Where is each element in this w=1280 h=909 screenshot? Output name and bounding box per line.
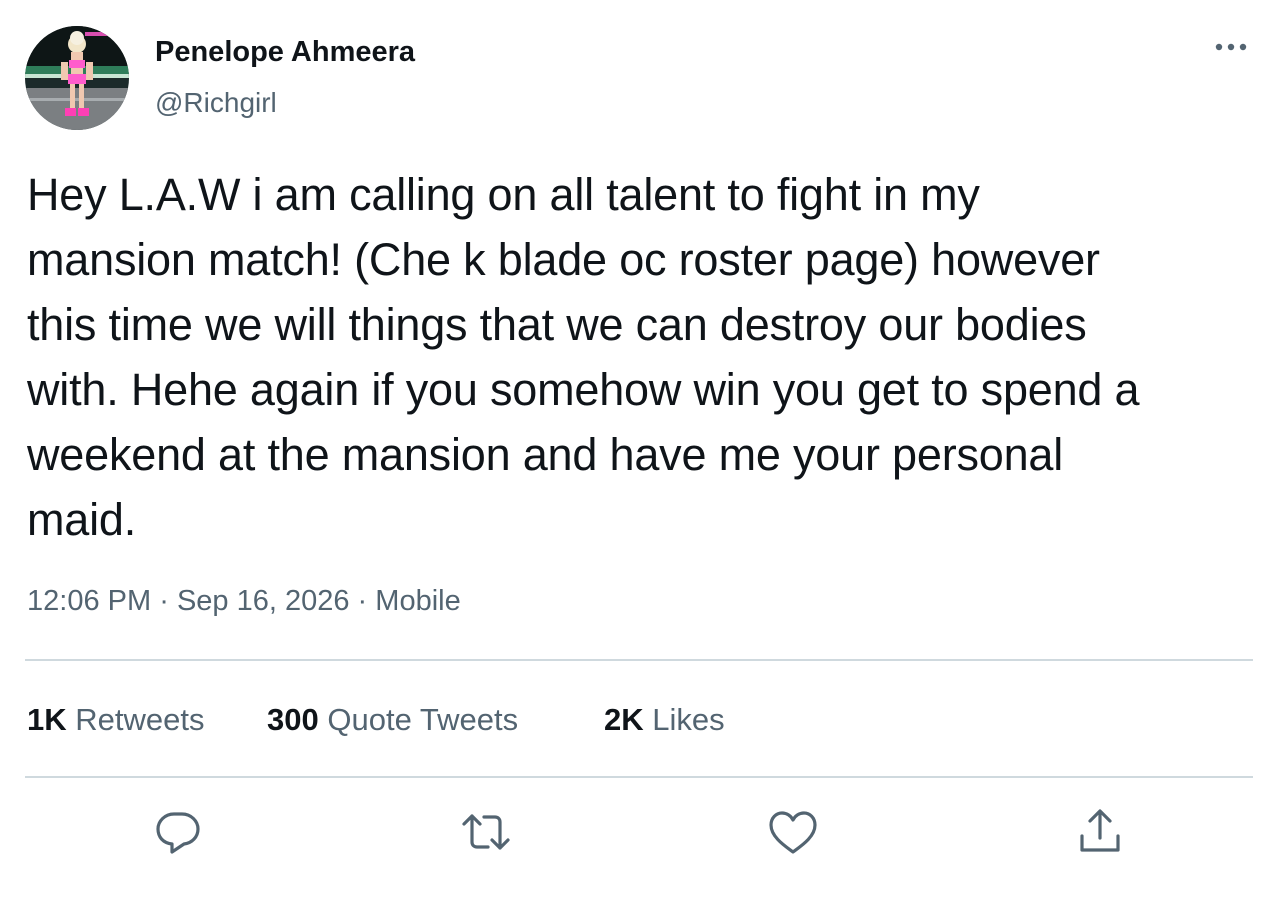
tweet-text: Hey L.A.W i am calling on all talent to … [27, 162, 1262, 552]
retweet-button[interactable] [458, 806, 514, 858]
quote-tweets-count: 300 [267, 702, 319, 737]
tweet-meta: 12:06 PM · Sep 16, 2026 · Mobile [27, 585, 461, 618]
quote-tweets-stat[interactable]: 300 Quote Tweets [267, 702, 518, 738]
tweet-date[interactable]: Sep 16, 2026 [177, 585, 350, 617]
share-icon [1080, 809, 1120, 852]
retweets-label: Retweets [75, 702, 205, 737]
avatar[interactable] [25, 26, 129, 130]
retweet-icon [462, 814, 510, 850]
like-button[interactable] [765, 806, 821, 858]
tweet-text-line: with. Hehe again if you somehow win you … [27, 364, 1140, 415]
reply-button[interactable] [150, 806, 206, 858]
quote-tweets-label: Quote Tweets [327, 702, 519, 737]
retweets-count: 1K [27, 702, 67, 737]
meta-separator: · [159, 585, 169, 617]
user-handle[interactable]: @Richgirl [155, 87, 277, 119]
display-name[interactable]: Penelope Ahmeera [155, 36, 415, 69]
tweet-text-line: weekend at the mansion and have me your … [27, 429, 1064, 480]
tweet-time[interactable]: 12:06 PM [27, 585, 151, 617]
tweet-source: Mobile [375, 585, 461, 617]
divider [25, 659, 1253, 661]
divider [25, 776, 1253, 778]
more-options-button[interactable] [1208, 30, 1254, 64]
likes-stat[interactable]: 2K Likes [604, 702, 725, 738]
meta-separator: · [357, 585, 368, 617]
heart-icon [769, 811, 817, 854]
more-horizontal-icon [1215, 43, 1247, 51]
tweet-text-line: this time we will things that we can des… [27, 299, 1087, 350]
reply-icon [156, 812, 200, 854]
likes-count: 2K [604, 702, 644, 737]
tweet-text-line: Hey L.A.W i am calling on all talent to … [27, 169, 980, 220]
likes-label: Likes [652, 702, 725, 737]
tweet-text-line: maid. [27, 494, 137, 545]
avatar-image [25, 26, 129, 130]
share-button[interactable] [1072, 806, 1128, 858]
retweets-stat[interactable]: 1K Retweets [27, 702, 205, 738]
tweet-text-line: mansion match! (Che k blade oc roster pa… [27, 234, 1100, 285]
